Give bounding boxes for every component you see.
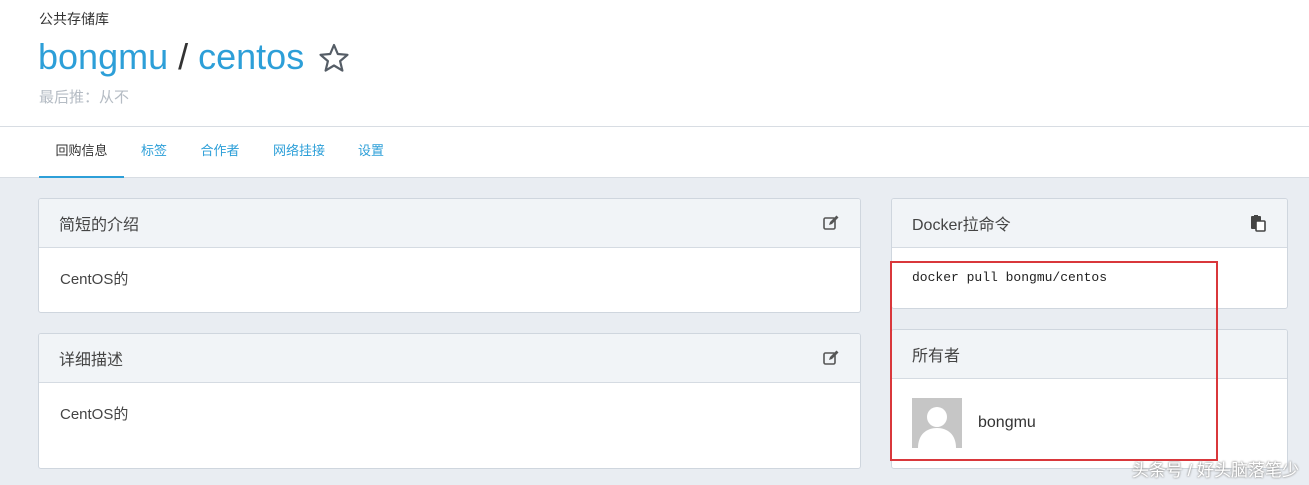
repo-name: centos [198, 36, 305, 77]
avatar-placeholder-icon[interactable] [912, 398, 962, 448]
short-description-text: CentOS的 [60, 271, 129, 288]
tab-webhooks[interactable]: 网络挂接 [270, 127, 328, 178]
star-icon[interactable] [318, 41, 350, 73]
full-description-title: 详细描述 [59, 352, 124, 369]
pull-command-title: Docker拉命令 [912, 217, 1011, 234]
owner-header: 所有者 [892, 330, 1287, 379]
short-description-header: 简短的介绍 [39, 199, 860, 248]
last-push-status: 最后推：从不 [39, 89, 130, 106]
pull-command-header: Docker拉命令 [892, 199, 1287, 248]
owner-title: 所有者 [912, 348, 961, 365]
repo-header: 公共存储库 bongmu / centos 最后推：从不 [0, 0, 1309, 127]
short-description-title: 简短的介绍 [59, 217, 140, 234]
edit-icon[interactable] [822, 349, 840, 367]
pull-command-text[interactable]: docker pull bongmu/centos [892, 248, 1287, 307]
repo-type-label: 公共存储库 [39, 11, 109, 27]
tab-tags[interactable]: 标签 [138, 127, 170, 178]
clipboard-icon[interactable] [1249, 214, 1267, 232]
tab-collaborators[interactable]: 合作者 [198, 127, 242, 178]
main-content: 简短的介绍 CentOS的 详细描述 CentOS的 Docker拉命令 doc… [0, 178, 1309, 485]
full-description-panel: 详细描述 CentOS的 [38, 333, 861, 469]
short-description-panel: 简短的介绍 CentOS的 [38, 198, 861, 313]
repo-tabs: 回购信息 标签 合作者 网络挂接 设置 [0, 127, 1309, 178]
title-separator: / [178, 36, 189, 77]
full-description-header: 详细描述 [39, 334, 860, 383]
owner-row[interactable]: bongmu [892, 379, 1287, 467]
edit-icon[interactable] [822, 214, 840, 232]
full-description-text: CentOS的 [60, 406, 129, 423]
repo-title: bongmu / centos [38, 36, 350, 78]
owner-panel: 所有者 bongmu [891, 329, 1288, 469]
pull-command-panel: Docker拉命令 docker pull bongmu/centos [891, 198, 1288, 309]
tab-repo-info[interactable]: 回购信息 [39, 127, 124, 178]
owner-name-link[interactable]: bongmu [978, 414, 1036, 432]
tab-settings[interactable]: 设置 [356, 127, 386, 178]
watermark: 头条号 / 好头脑落笔少 [1131, 461, 1299, 480]
repo-namespace-link[interactable]: bongmu [38, 36, 168, 78]
